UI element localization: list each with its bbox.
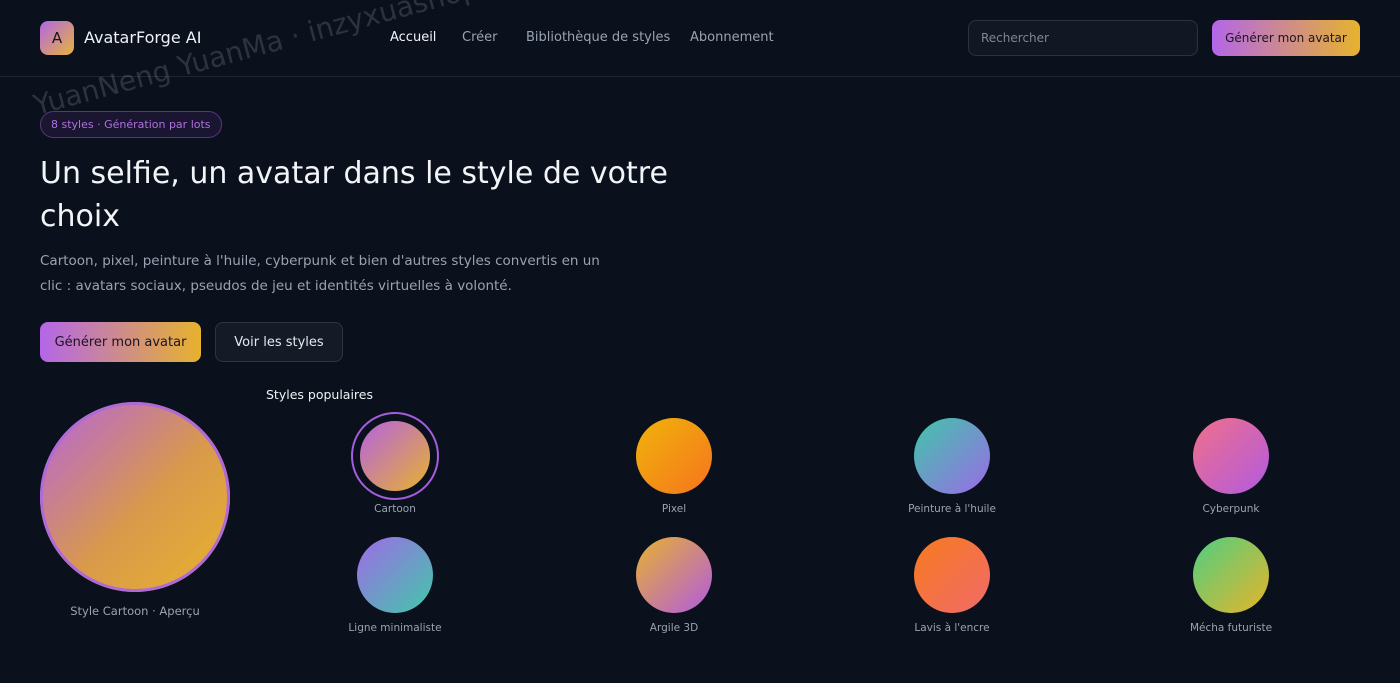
style-option-ligne-minimaliste[interactable]: Ligne minimaliste — [315, 537, 475, 647]
popular-styles-title: Styles populaires — [266, 387, 373, 402]
style-label: Argile 3D — [649, 622, 699, 634]
hero-description: Cartoon, pixel, peinture à l'huile, cybe… — [40, 253, 600, 294]
logo-icon[interactable]: A — [40, 21, 74, 55]
style-thumbnail — [914, 537, 990, 613]
nav-item-creer[interactable]: Créer — [462, 30, 497, 45]
style-option-pixel[interactable]: Pixel — [594, 418, 754, 528]
style-thumbnail — [914, 418, 990, 494]
style-label: Peinture à l'huile — [908, 503, 996, 515]
style-option-mecha-futuriste[interactable]: Mécha futuriste — [1151, 537, 1311, 647]
style-thumbnail — [357, 418, 433, 494]
style-label: Pixel — [661, 503, 687, 515]
style-option-lavis-encre[interactable]: Lavis à l'encre — [872, 537, 1032, 647]
brand-name[interactable]: AvatarForge AI — [84, 28, 201, 47]
style-label: Lavis à l'encre — [914, 622, 990, 634]
search-input[interactable] — [968, 20, 1198, 56]
style-thumbnail — [636, 537, 712, 613]
style-option-cartoon[interactable]: Cartoon — [315, 412, 475, 528]
nav-item-abonnement[interactable]: Abonnement — [690, 30, 774, 45]
style-option-peinture-huile[interactable]: Peinture à l'huile — [872, 418, 1032, 528]
style-label: Cyberpunk — [1202, 503, 1260, 515]
style-thumbnail — [1193, 537, 1269, 613]
feature-badge: 8 styles · Génération par lots — [40, 111, 222, 138]
style-option-argile-3d[interactable]: Argile 3D — [594, 537, 754, 647]
header-generate-avatar-button[interactable]: Générer mon avatar — [1212, 20, 1360, 56]
style-option-cyberpunk[interactable]: Cyberpunk — [1151, 418, 1311, 528]
nav-item-accueil[interactable]: Accueil — [390, 30, 436, 45]
style-thumbnail — [357, 537, 433, 613]
page-title: Un selfie, un avatar dans le style de vo… — [40, 156, 668, 234]
style-label: Ligne minimaliste — [348, 622, 442, 634]
avatar-preview-label: Style Cartoon · Aperçu — [70, 604, 200, 618]
style-thumbnail — [636, 418, 712, 494]
avatar-preview-image — [40, 402, 230, 592]
top-navigation-bar: A AvatarForge AI Accueil Créer Bibliothè… — [0, 0, 1400, 77]
style-thumbnail — [1193, 418, 1269, 494]
style-label: Cartoon — [374, 503, 416, 515]
nav-item-bibliotheque-styles[interactable]: Bibliothèque de styles — [526, 30, 670, 45]
style-label: Mécha futuriste — [1189, 622, 1273, 634]
view-styles-button[interactable]: Voir les styles — [215, 322, 343, 362]
generate-avatar-button[interactable]: Générer mon avatar — [40, 322, 201, 362]
